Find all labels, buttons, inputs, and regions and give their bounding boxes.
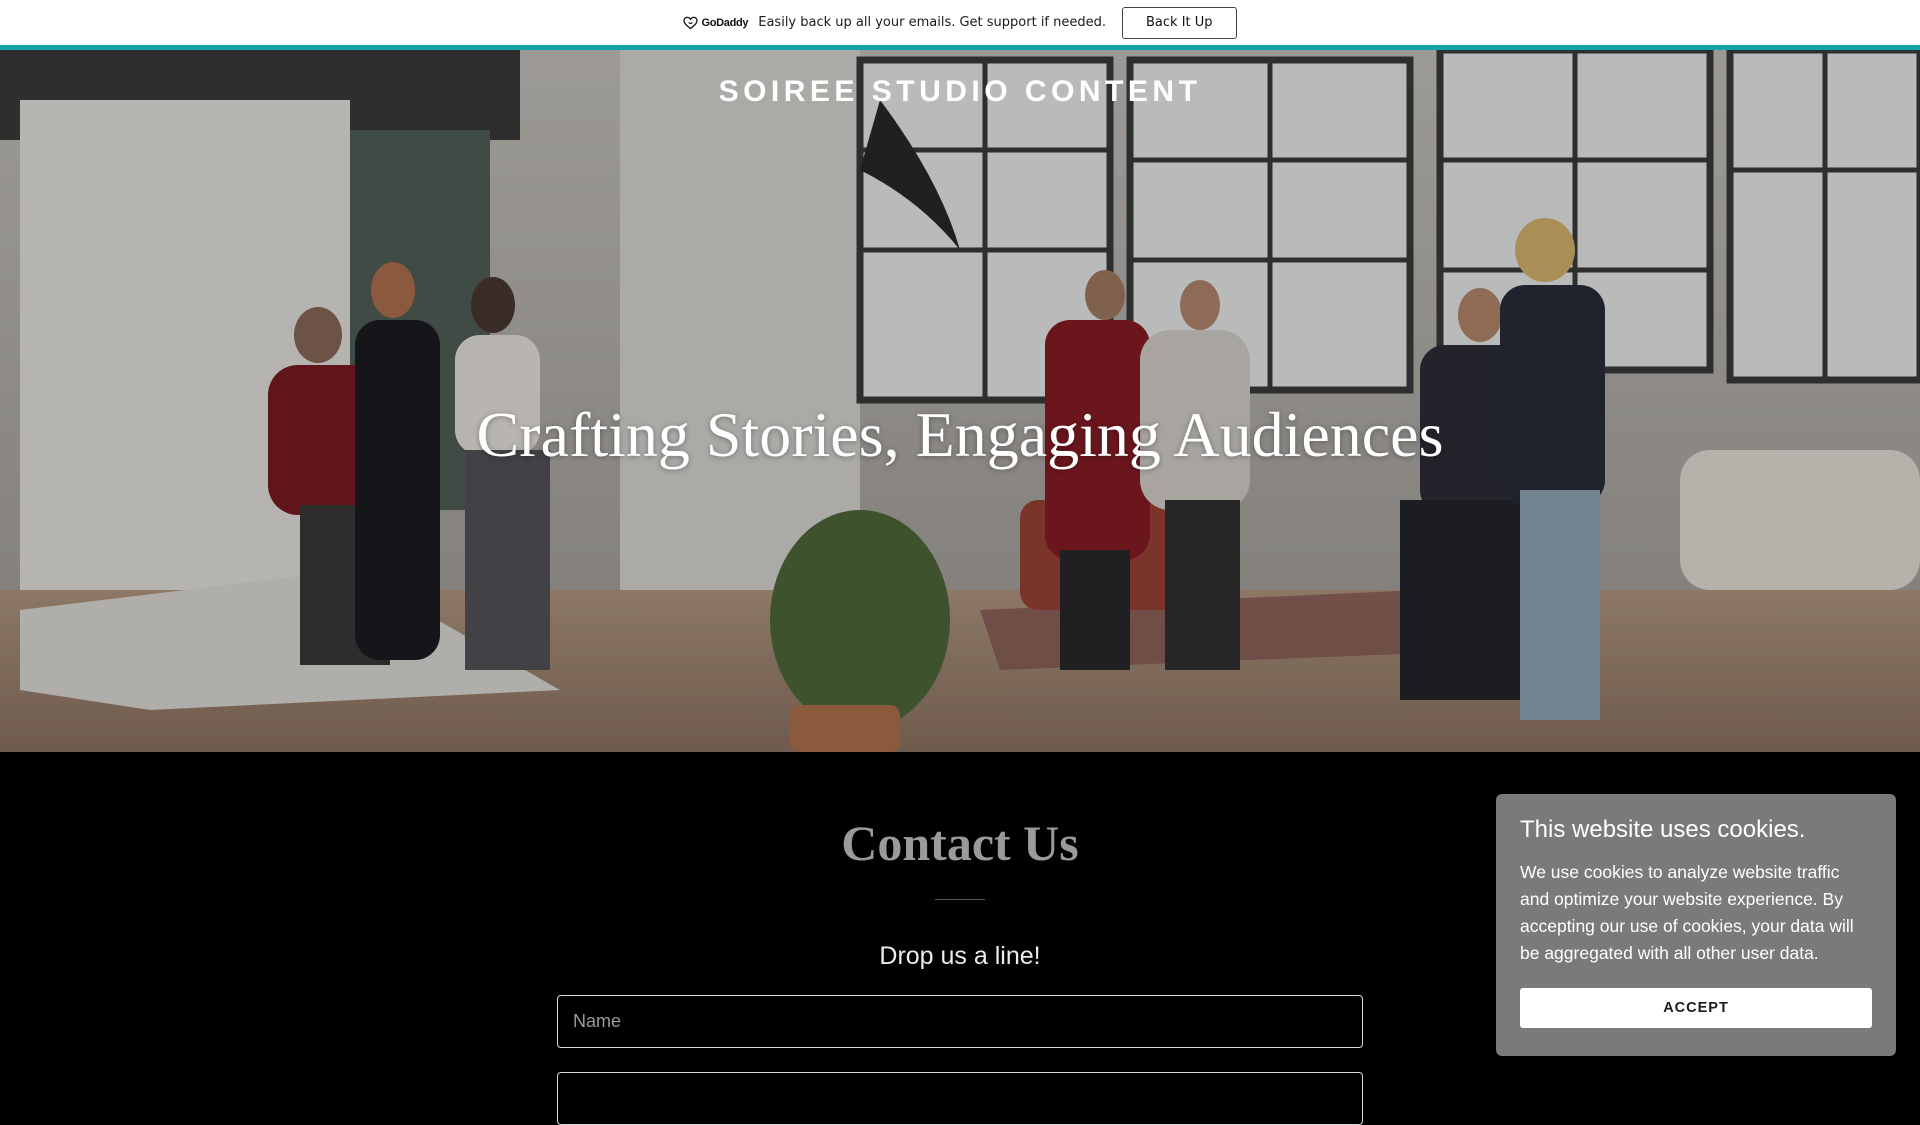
name-input[interactable]: [557, 995, 1363, 1048]
godaddy-logo: GoDaddy: [683, 16, 749, 30]
heading-divider: [935, 899, 985, 900]
accept-cookies-button[interactable]: ACCEPT: [1520, 988, 1872, 1028]
godaddy-heart-icon: [683, 16, 699, 29]
cookie-title: This website uses cookies.: [1520, 816, 1806, 843]
cookie-text: We use cookies to analyze website traffi…: [1520, 862, 1854, 963]
cookie-banner: This website uses cookies. We use cookie…: [1496, 794, 1896, 1056]
site-title[interactable]: SOIREE STUDIO CONTENT: [0, 75, 1920, 109]
godaddy-logo-text: GoDaddy: [701, 16, 749, 29]
promo-bar: GoDaddy Easily back up all your emails. …: [0, 0, 1920, 45]
promo-message: Easily back up all your emails. Get supp…: [758, 15, 1107, 30]
back-it-up-button[interactable]: Back It Up: [1122, 6, 1237, 39]
hero-section: SOIREE STUDIO CONTENT Crafting Stories, …: [0, 50, 1920, 752]
hero-headline: Crafting Stories, Engaging Audiences: [476, 399, 1444, 470]
